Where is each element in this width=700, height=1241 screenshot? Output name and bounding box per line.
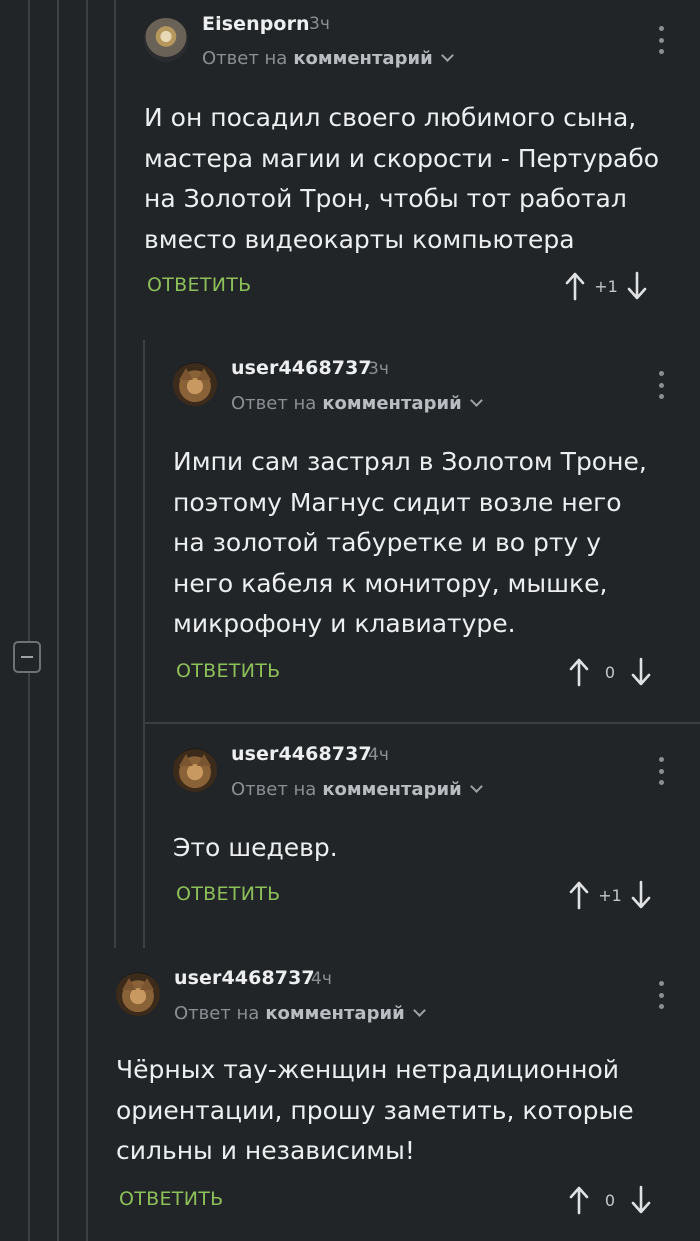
comment: user4468737 4ч Ответ на комментарий Это ш… bbox=[173, 726, 700, 948]
reply-to-target[interactable]: комментарий bbox=[293, 48, 432, 69]
comment: user4468737 3ч Ответ на комментарий Импи … bbox=[173, 340, 700, 720]
reply-button[interactable]: ОТВЕТИТЬ bbox=[176, 660, 280, 682]
thread-line bbox=[86, 0, 88, 1241]
chevron-down-icon[interactable] bbox=[440, 49, 454, 62]
comment: Eisenporn 3ч Ответ на комментарий И он по… bbox=[144, 0, 700, 330]
comment-text: Чёрных тау-женщин нетрадиционной ориента… bbox=[116, 1055, 634, 1165]
reply-to-prefix: Ответ на bbox=[231, 779, 317, 800]
more-options-icon[interactable] bbox=[658, 757, 664, 785]
vote-score: 0 bbox=[604, 1190, 616, 1210]
vote-controls: +1 bbox=[564, 271, 648, 301]
comment-time: 4ч bbox=[368, 745, 389, 765]
avatar[interactable] bbox=[173, 748, 217, 792]
thread-divider bbox=[143, 722, 700, 724]
arrow-down-icon[interactable] bbox=[630, 880, 652, 910]
arrow-down-icon[interactable] bbox=[626, 271, 648, 301]
comment-time: 3ч bbox=[368, 359, 389, 379]
avatar[interactable] bbox=[144, 18, 188, 62]
comment-author[interactable]: Eisenporn bbox=[202, 13, 310, 35]
reply-to-link[interactable]: Ответ на комментарий bbox=[231, 779, 483, 800]
vote-controls: 0 bbox=[568, 657, 652, 687]
comment-text: Это шедевр. bbox=[173, 833, 338, 862]
arrow-up-icon[interactable] bbox=[568, 1185, 590, 1215]
reply-to-target[interactable]: комментарий bbox=[265, 1003, 404, 1024]
reply-to-link[interactable]: Ответ на комментарий bbox=[231, 393, 483, 414]
thread-line bbox=[114, 330, 116, 948]
thread-line bbox=[143, 340, 145, 948]
thread-line bbox=[57, 0, 59, 1241]
comment-text: Импи сам застрял в Золотом Троне, поэтом… bbox=[173, 447, 647, 638]
more-options-icon[interactable] bbox=[658, 371, 664, 399]
reply-button[interactable]: ОТВЕТИТЬ bbox=[147, 274, 251, 296]
chevron-down-icon[interactable] bbox=[412, 1004, 426, 1017]
thread-line bbox=[28, 0, 30, 1241]
vote-score: +1 bbox=[594, 276, 618, 296]
arrow-up-icon[interactable] bbox=[568, 657, 590, 687]
reply-to-link[interactable]: Ответ на комментарий bbox=[174, 1003, 426, 1024]
chevron-down-icon[interactable] bbox=[469, 780, 483, 793]
more-options-icon[interactable] bbox=[658, 981, 664, 1009]
reply-to-prefix: Ответ на bbox=[231, 393, 317, 414]
comment-author[interactable]: user4468737 bbox=[174, 967, 315, 989]
chevron-down-icon[interactable] bbox=[469, 394, 483, 407]
comment-author[interactable]: user4468737 bbox=[231, 357, 372, 379]
vote-controls: +1 bbox=[568, 880, 652, 910]
arrow-down-icon[interactable] bbox=[630, 657, 652, 687]
more-options-icon[interactable] bbox=[658, 26, 664, 54]
reply-to-link[interactable]: Ответ на комментарий bbox=[202, 48, 454, 69]
comment-time: 3ч bbox=[309, 14, 330, 34]
avatar[interactable] bbox=[173, 362, 217, 406]
thread-line bbox=[114, 0, 116, 330]
arrow-up-icon[interactable] bbox=[568, 880, 590, 910]
reply-button[interactable]: ОТВЕТИТЬ bbox=[176, 883, 280, 905]
vote-score: +1 bbox=[598, 885, 622, 905]
comment-author[interactable]: user4468737 bbox=[231, 743, 372, 765]
comment-time: 4ч bbox=[311, 969, 332, 989]
vote-controls: 0 bbox=[568, 1185, 652, 1215]
vote-score: 0 bbox=[604, 662, 616, 682]
comment-text: И он посадил своего любимого сына, масте… bbox=[144, 103, 660, 254]
reply-button[interactable]: ОТВЕТИТЬ bbox=[119, 1188, 223, 1210]
reply-to-target[interactable]: комментарий bbox=[322, 779, 461, 800]
arrow-down-icon[interactable] bbox=[630, 1185, 652, 1215]
comment: user4468737 4ч Ответ на комментарий Чёрны… bbox=[116, 950, 700, 1241]
reply-to-target[interactable]: комментарий bbox=[322, 393, 461, 414]
collapse-thread-icon[interactable] bbox=[13, 641, 41, 673]
arrow-up-icon[interactable] bbox=[564, 271, 586, 301]
reply-to-prefix: Ответ на bbox=[174, 1003, 260, 1024]
avatar[interactable] bbox=[116, 972, 160, 1016]
reply-to-prefix: Ответ на bbox=[202, 48, 288, 69]
